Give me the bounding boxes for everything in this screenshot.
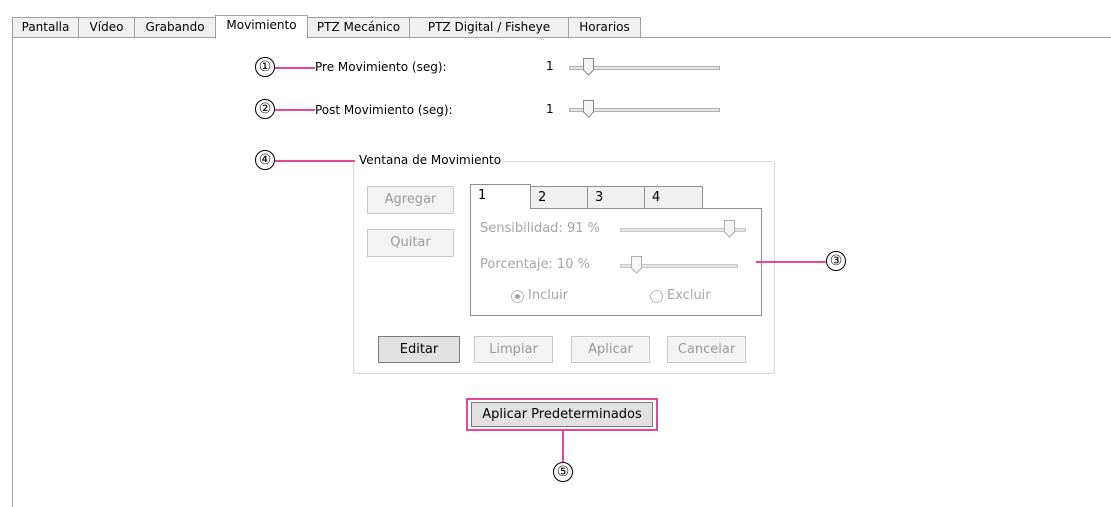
sensitivity-slider-thumb[interactable] [724, 220, 735, 238]
pre-motion-slider-thumb[interactable] [583, 58, 594, 76]
post-motion-label: Post Movimiento (seg): [315, 103, 453, 117]
callout-3: ③ [826, 251, 846, 271]
include-label: Incluir [528, 288, 569, 303]
motion-window-title: Ventana de Movimiento [356, 153, 505, 167]
main-tab-bar: Pantalla Vídeo Grabando Movimiento PTZ M… [12, 15, 1111, 39]
tab-pantalla[interactable]: Pantalla [12, 17, 79, 37]
callout-5: ⑤ [553, 462, 573, 482]
clear-button[interactable]: Limpiar [474, 336, 553, 363]
tab-video[interactable]: Vídeo [78, 17, 135, 37]
apply-button[interactable]: Aplicar [571, 336, 650, 363]
edit-button[interactable]: Editar [378, 336, 460, 363]
callout-2-line [275, 109, 315, 111]
post-motion-slider-thumb[interactable] [583, 100, 594, 118]
window-tab-2[interactable]: 2 [530, 186, 588, 209]
tab-movimiento[interactable]: Movimiento [215, 15, 308, 39]
callout-4: ④ [255, 150, 275, 170]
window-tab-1[interactable]: 1 [470, 184, 531, 209]
window-tab-4[interactable]: 4 [644, 186, 703, 209]
percentage-slider-thumb[interactable] [631, 256, 642, 274]
tab-ptz-mecanico[interactable]: PTZ Mecánico [307, 17, 410, 37]
tab-grabando[interactable]: Grabando [134, 17, 216, 37]
apply-defaults-button[interactable]: Aplicar Predeterminados [471, 402, 653, 427]
callout-5-line [562, 431, 564, 462]
callout-1: ① [255, 57, 275, 77]
callout-1-line [275, 67, 315, 69]
tab-horarios[interactable]: Horarios [568, 17, 641, 37]
include-radio[interactable] [511, 290, 524, 303]
exclude-label: Excluir [667, 288, 711, 303]
callout-3-line [756, 261, 826, 263]
pre-motion-label: Pre Movimiento (seg): [315, 60, 447, 74]
percentage-label: Porcentaje: 10 % [480, 257, 590, 272]
add-window-button[interactable]: Agregar [367, 186, 454, 214]
post-motion-value: 1 [546, 102, 554, 116]
tab-ptz-digital[interactable]: PTZ Digital / Fisheye [409, 17, 569, 37]
callout-2: ② [255, 99, 275, 119]
exclude-radio[interactable] [650, 290, 663, 303]
window-tab-3[interactable]: 3 [587, 186, 645, 209]
pre-motion-value: 1 [546, 59, 554, 73]
sensitivity-label: Sensibilidad: 91 % [480, 221, 600, 236]
remove-window-button[interactable]: Quitar [367, 229, 454, 257]
cancel-button[interactable]: Cancelar [667, 336, 746, 363]
callout-4-line [275, 160, 355, 162]
